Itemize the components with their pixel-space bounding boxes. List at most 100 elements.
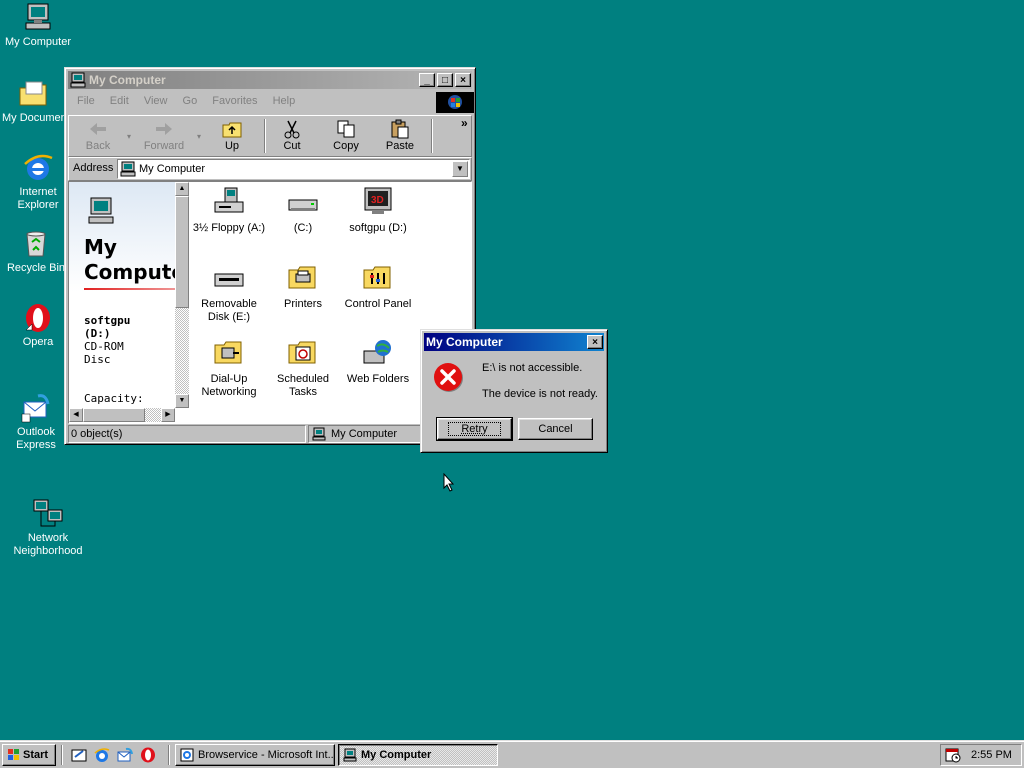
computer-icon <box>120 161 136 177</box>
panel-title: My Computer <box>84 235 175 284</box>
quicklaunch-show-desktop-icon[interactable] <box>71 747 87 763</box>
item-removable-e[interactable]: Removable Disk (E:) <box>191 262 267 324</box>
desktop-icon-my-computer[interactable]: My Computer <box>0 2 76 49</box>
scroll-left-button[interactable]: ◀ <box>69 408 83 422</box>
item-label: (C:) <box>293 222 313 234</box>
status-location: My Computer <box>331 428 398 440</box>
back-dropdown-icon[interactable]: ▾ <box>127 132 131 141</box>
desktop-icon-label: Opera <box>22 336 54 348</box>
hard-drive-icon <box>287 186 319 218</box>
item-dial-up-networking[interactable]: Dial-Up Networking <box>191 337 267 399</box>
dialog-message-line1: E:\ is not accessible. <box>482 362 583 374</box>
close-icon: × <box>460 75 466 86</box>
maximize-button[interactable]: □ <box>437 73 453 87</box>
scheduler-tray-icon[interactable] <box>945 747 961 763</box>
item-softgpu-d[interactable]: 3D softgpu (D:) <box>340 186 416 235</box>
menu-favorites[interactable]: Favorites <box>212 95 257 107</box>
address-label: Address <box>73 162 114 174</box>
error-dialog[interactable]: My Computer × E:\ is not accessible. The… <box>420 329 608 453</box>
internet-explorer-page-icon <box>180 748 194 762</box>
menu-view[interactable]: View <box>144 95 168 107</box>
item-floppy-a[interactable]: 3½ Floppy (A:) <box>191 186 267 235</box>
address-value: My Computer <box>139 163 206 175</box>
item-printers[interactable]: Printers <box>265 262 341 311</box>
cd-rom-softgpu-icon: 3D <box>362 186 394 218</box>
removable-disk-icon <box>213 262 245 294</box>
explorer-title-bar[interactable]: My Computer _ □ × <box>68 71 472 89</box>
task-my-computer[interactable]: My Computer <box>338 744 498 766</box>
item-drive-c[interactable]: (C:) <box>265 186 341 235</box>
back-button[interactable]: Back <box>71 116 125 152</box>
dialog-title-bar[interactable]: My Computer × <box>424 333 604 351</box>
cut-button[interactable]: Cut <box>265 116 319 152</box>
forward-label: Forward <box>143 140 185 152</box>
retry-label: Retry <box>448 422 501 436</box>
desktop-icon-my-documents[interactable]: My Documents <box>0 78 72 129</box>
computer-icon <box>85 196 117 228</box>
cancel-button[interactable]: Cancel <box>518 418 593 440</box>
forward-button[interactable]: Forward <box>137 116 191 152</box>
task-browservice[interactable]: Browservice - Microsoft Int... <box>175 744 335 766</box>
item-control-panel[interactable]: Control Panel <box>340 262 416 311</box>
address-input[interactable]: My Computer ▼ <box>117 159 470 179</box>
desktop-icon-label: My Computer <box>4 36 72 48</box>
start-label: Start <box>23 749 49 761</box>
close-button[interactable]: × <box>455 73 471 87</box>
cancel-label: Cancel <box>538 423 573 435</box>
scroll-thumb[interactable] <box>175 196 189 308</box>
scroll-hthumb[interactable] <box>83 408 145 422</box>
system-tray: 2:55 PM <box>940 744 1022 766</box>
back-label: Back <box>85 140 111 152</box>
forward-dropdown-icon[interactable]: ▾ <box>197 132 201 141</box>
item-label: softgpu (D:) <box>349 222 407 234</box>
start-button[interactable]: Start <box>2 744 56 766</box>
clock[interactable]: 2:55 PM <box>971 749 1012 761</box>
floppy-drive-icon <box>213 186 245 218</box>
dialog-close-button[interactable]: × <box>587 335 603 349</box>
paste-button[interactable]: Paste <box>373 116 427 152</box>
scroll-down-button[interactable]: ▼ <box>175 394 189 408</box>
toolbar-separator <box>431 119 433 153</box>
selected-drive-name: softgpu (D:) <box>84 314 131 340</box>
horizontal-scrollbar[interactable]: ◀ ▶ <box>69 408 175 422</box>
minimize-icon: _ <box>424 75 430 86</box>
error-icon <box>433 362 465 394</box>
scroll-right-button[interactable]: ▶ <box>161 408 175 422</box>
scroll-up-button[interactable]: ▲ <box>175 182 189 196</box>
paste-label: Paste <box>385 140 415 152</box>
item-label: Control Panel <box>344 298 412 310</box>
desktop-icon-label: Network Neighborhood <box>13 532 83 557</box>
item-web-folders[interactable]: Web Folders <box>340 337 416 386</box>
quicklaunch-opera-icon[interactable] <box>140 747 156 763</box>
dialog-message-line2: The device is not ready. <box>482 388 598 400</box>
desktop-icon-outlook-express[interactable]: Outlook Express <box>0 392 74 452</box>
desktop-icon-label: My Documents <box>2 112 66 124</box>
menu-go[interactable]: Go <box>183 95 198 107</box>
item-label: Printers <box>284 298 322 310</box>
retry-button[interactable]: Retry <box>436 417 513 441</box>
left-info-panel: My Computer softgpu (D:) CD-ROM Disc Cap… <box>69 182 175 408</box>
up-button[interactable]: Up <box>205 116 259 152</box>
vertical-scrollbar[interactable]: ▲ ▼ <box>175 182 189 408</box>
toolbar-more-button[interactable]: » <box>461 116 468 130</box>
computer-icon <box>22 2 54 34</box>
address-dropdown-button[interactable]: ▼ <box>452 161 468 177</box>
minimize-button[interactable]: _ <box>419 73 435 87</box>
opera-icon <box>22 302 54 334</box>
quicklaunch-internet-explorer-icon[interactable] <box>94 747 110 763</box>
status-object-count: 0 object(s) <box>71 428 123 440</box>
printers-folder-icon <box>287 262 319 294</box>
explorer-window[interactable]: My Computer _ □ × File Edit View Go Favo… <box>64 67 476 445</box>
computer-icon <box>312 427 326 441</box>
menu-file[interactable]: File <box>77 95 95 107</box>
menu-edit[interactable]: Edit <box>110 95 129 107</box>
up-label: Up <box>224 140 240 152</box>
menu-help[interactable]: Help <box>273 95 296 107</box>
scheduled-tasks-folder-icon <box>287 337 319 369</box>
desktop-icon-recycle-bin[interactable]: Recycle Bin <box>0 228 74 279</box>
close-icon: × <box>592 337 598 348</box>
desktop-icon-network-neighborhood[interactable]: Network Neighborhood <box>10 498 86 558</box>
quicklaunch-outlook-express-icon[interactable] <box>117 747 133 763</box>
item-scheduled-tasks[interactable]: Scheduled Tasks <box>265 337 341 399</box>
copy-button[interactable]: Copy <box>319 116 373 152</box>
